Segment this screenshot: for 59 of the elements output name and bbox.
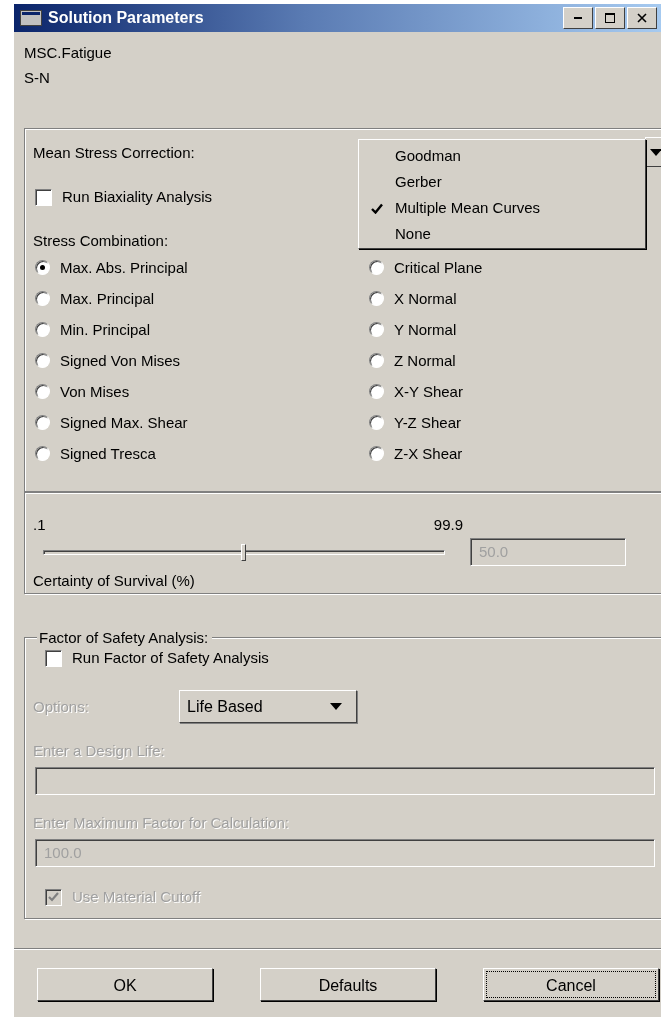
radio-button[interactable] <box>369 415 384 430</box>
radio-label: Y Normal <box>394 321 457 338</box>
window-icon <box>20 10 42 26</box>
radio-button[interactable] <box>369 260 384 275</box>
close-button[interactable] <box>627 7 657 29</box>
slider-min-label: .1 <box>33 515 46 535</box>
dialog-button[interactable]: Cancel <box>483 968 659 1001</box>
radio-label: Min. Principal <box>60 321 151 338</box>
window-title: Solution Parameters <box>48 9 205 27</box>
radio-label: Z-X Shear <box>394 445 463 462</box>
radio-button[interactable] <box>369 446 384 461</box>
radio-label: Signed Tresca <box>60 445 156 462</box>
caret-icon <box>650 148 661 156</box>
checkbox-label: Run Factor of Safety Analysis <box>72 648 269 668</box>
close-icon <box>637 13 647 23</box>
dialog-button[interactable]: Defaults <box>260 968 436 1001</box>
field-label: Stress Combination: <box>33 231 169 251</box>
checkbox-label: Run Biaxiality Analysis <box>62 187 213 207</box>
checkbox[interactable] <box>35 188 52 206</box>
radio-button[interactable] <box>369 291 384 306</box>
field-label: Mean Stress Correction: <box>33 143 195 163</box>
radio-button[interactable] <box>369 353 384 368</box>
menu-item[interactable]: Multiple Mean Curves <box>359 195 645 221</box>
radio-label: Signed Max. Shear <box>60 414 188 431</box>
radio-button[interactable] <box>35 446 50 461</box>
maximize-button[interactable] <box>595 7 625 29</box>
menu-item[interactable]: None <box>359 221 645 247</box>
radio-label: Von Mises <box>60 383 130 400</box>
radio-button[interactable] <box>35 322 50 337</box>
maximize-icon <box>605 13 615 23</box>
minimize-button[interactable] <box>563 7 593 29</box>
radio-label: Signed Von Mises <box>60 352 181 369</box>
minimize-icon <box>574 17 582 19</box>
radio-button[interactable] <box>35 415 50 430</box>
header-text: S-N <box>24 68 51 88</box>
menu-item[interactable]: Goodman <box>359 143 645 169</box>
slider-caption: Certainty of Survival (%) <box>33 571 195 591</box>
radio-button[interactable] <box>369 384 384 399</box>
radio-label: X Normal <box>394 290 457 307</box>
input-field[interactable] <box>35 767 655 795</box>
checkbox[interactable] <box>45 649 62 667</box>
slider-max-label: 99.9 <box>433 515 463 535</box>
check-icon <box>48 892 59 902</box>
radio-button[interactable] <box>35 384 50 399</box>
radio-label: Y-Z Shear <box>394 414 461 431</box>
radio-button[interactable] <box>369 322 384 337</box>
caret-icon <box>330 703 342 710</box>
radio-label: Z Normal <box>394 352 456 369</box>
header-text: MSC.Fatigue <box>24 43 113 63</box>
radio-button[interactable] <box>35 291 50 306</box>
radio-label: Max. Principal <box>60 290 155 307</box>
radio-label: Max. Abs. Principal <box>60 259 188 276</box>
radio-label: X-Y Shear <box>394 383 463 400</box>
slider-track[interactable] <box>43 543 445 561</box>
radio-label: Critical Plane <box>394 259 483 276</box>
radio-button[interactable] <box>35 353 50 368</box>
radio-button[interactable] <box>35 260 50 275</box>
menu-item[interactable]: Gerber <box>359 169 645 195</box>
dialog-button[interactable]: OK <box>37 968 213 1001</box>
